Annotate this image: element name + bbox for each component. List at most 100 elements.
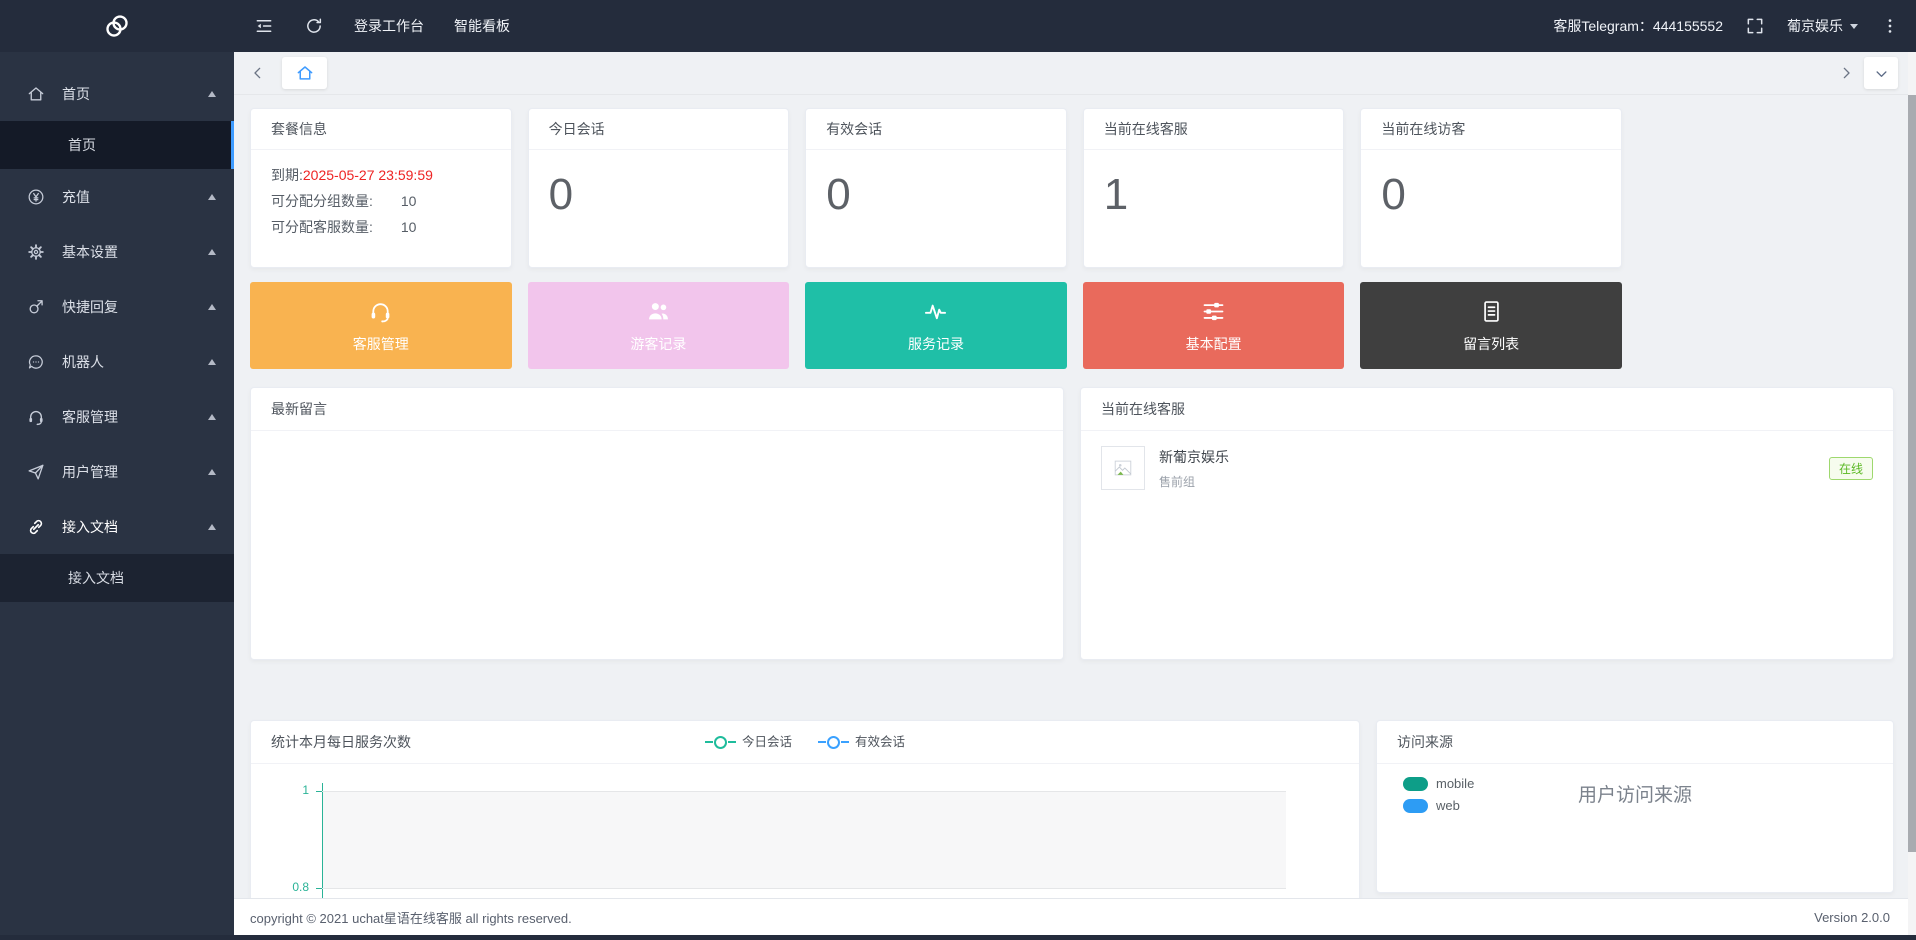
sidebar-item-recharge[interactable]: 充值 [0, 169, 234, 224]
legend-item-今日会话[interactable]: 今日会话 [704, 721, 792, 763]
legend-marker [713, 735, 727, 749]
chevron-up-icon [208, 300, 216, 310]
topbar-right: 客服Telegram：444155552 葡京娱乐 [1553, 16, 1916, 36]
stat-card-body: 0 [529, 150, 789, 232]
stat-card-title: 套餐信息 [251, 109, 511, 150]
legend-item-有效会话[interactable]: 有效会话 [818, 721, 905, 763]
quick-tile-agent-management[interactable]: 客服管理 [250, 282, 512, 369]
legend-marker [827, 735, 840, 749]
stat-card-title: 有效会话 [806, 109, 1066, 150]
account-name: 葡京娱乐 [1787, 18, 1843, 34]
y-axis-tick-label: 1 [302, 783, 309, 797]
logo-rings-icon [106, 15, 128, 37]
sidebar-item-label: 接入文档 [62, 518, 118, 535]
stat-card-value: 1 [1103, 170, 1129, 219]
telegram-contact: 客服Telegram：444155552 [1553, 18, 1723, 34]
stat-card-valid-sessions: 有效会话 0 [805, 108, 1067, 268]
main-content: 套餐信息 到期: 2025-05-27 23:59:59 可分配分组数量: 10 可分配客… [234, 95, 1908, 940]
bottom-edge-strip [0, 935, 1916, 940]
sidebar-item-label: 快捷回复 [62, 298, 118, 315]
stat-card-body: 0 [1361, 150, 1621, 232]
sidebar-subitem-label: 接入文档 [68, 570, 124, 586]
sidebar-item-basic-settings[interactable]: 基本设置 [0, 224, 234, 279]
stat-card-title: 当前在线访客 [1361, 109, 1621, 150]
agent-group: 售前组 [1159, 474, 1196, 489]
package-row-label: 可分配客服数量: [271, 219, 373, 235]
panel-title: 最新留言 [251, 388, 1063, 431]
topbar: 登录工作台 智能看板 客服Telegram：444155552 葡京娱乐 [0, 0, 1916, 52]
quick-tile-service-records[interactable]: 服务记录 [805, 282, 1067, 369]
robot-icon [26, 352, 46, 372]
chevron-up-icon [208, 465, 216, 475]
package-row-label: 可分配分组数量: [271, 193, 373, 209]
package-info-row: 到期: 2025-05-27 23:59:59 [271, 162, 491, 188]
package-info-row: 可分配分组数量: 10 [271, 188, 491, 214]
collapse-menu-icon[interactable] [254, 16, 274, 36]
quick-tile-basic-config[interactable]: 基本配置 [1082, 282, 1345, 369]
tab-scroll-right-icon[interactable] [1838, 65, 1854, 81]
chart-title: 统计本月每日服务次数 [271, 734, 411, 750]
sidebar-item-robot[interactable]: 机器人 [0, 334, 234, 389]
tab-home[interactable] [282, 57, 327, 89]
chevron-down-icon [1875, 70, 1887, 77]
quick-tile-message-list[interactable]: 留言列表 [1360, 282, 1622, 369]
y-axis-tick-label: 0.8 [292, 880, 309, 894]
online-agent-row: 新葡京娱乐 售前组 在线 [1081, 431, 1893, 505]
sidebar-item-label: 用户管理 [62, 463, 118, 480]
sidebar-subitem-home-sub[interactable]: 首页 [0, 121, 234, 169]
quick-tiles-row: 客服管理 游客记录 服务记录 基本配置 留言列表 [250, 282, 1622, 369]
stat-card-body: 到期: 2025-05-27 23:59:59 可分配分组数量: 10 可分配客服数量:… [251, 150, 511, 252]
refresh-icon[interactable] [304, 16, 324, 36]
topbar-nav-workbench[interactable]: 登录工作台 [354, 16, 424, 36]
online-agents-panel: 当前在线客服 新葡京娱乐 售前组 在线 [1080, 387, 1894, 660]
quick-tile-visitor-records[interactable]: 游客记录 [527, 282, 790, 369]
chevron-up-icon [208, 355, 216, 365]
quick-tile-label: 留言列表 [1463, 335, 1520, 352]
chevron-up-icon [208, 87, 216, 97]
stat-card-value: 0 [548, 170, 574, 219]
sliders-icon [1200, 298, 1227, 325]
caret-down-icon [1850, 24, 1858, 33]
pie-chart-area: mobile web 用户访问来源 [1377, 764, 1893, 894]
fullscreen-icon[interactable] [1745, 16, 1765, 36]
stat-card-title: 当前在线客服 [1083, 109, 1344, 150]
app-logo [0, 0, 234, 52]
yen-icon [26, 187, 46, 207]
kebab-menu-icon[interactable] [1880, 16, 1900, 36]
tab-scroll-left-icon[interactable] [250, 65, 266, 81]
stat-cards-row: 套餐信息 到期: 2025-05-27 23:59:59 可分配分组数量: 10 可分配客… [250, 108, 1622, 268]
scrollbar-thumb[interactable] [1908, 95, 1916, 852]
package-row-value: 2025-05-27 23:59:59 [302, 167, 433, 183]
sidebar-item-home[interactable]: 首页 [0, 66, 234, 121]
panel-title: 当前在线客服 [1081, 388, 1893, 431]
sidebar-menu: 首页 首页 充值 基本设置 快捷回复 机器人 客服管理 用户管理 接入文档 接入文档 [0, 52, 234, 940]
tabbar-right [1838, 57, 1898, 89]
tabbar [234, 52, 1908, 95]
sidebar-item-quick-reply[interactable]: 快捷回复 [0, 279, 234, 334]
chart-tick [316, 791, 322, 792]
legend-line [841, 741, 849, 743]
legend-line [818, 741, 826, 743]
home-icon [26, 84, 46, 104]
topbar-nav-smart-board[interactable]: 智能看板 [454, 16, 510, 36]
stat-card-today-sessions: 今日会话 0 [527, 108, 790, 268]
tab-actions-dropdown[interactable] [1864, 57, 1898, 89]
quick-tile-label: 基本配置 [1185, 335, 1242, 352]
sidebar-item-docs[interactable]: 接入文档 [0, 499, 234, 554]
visit-source-panel: 访问来源 mobile web 用户访问来源 [1376, 720, 1894, 893]
pie-title: 访问来源 [1377, 721, 1893, 764]
sidebar-item-label: 基本设置 [62, 243, 118, 260]
page-scrollbar[interactable] [1908, 52, 1916, 940]
package-row-value: 10 [400, 219, 417, 235]
home-tab-icon [297, 66, 312, 80]
stat-card-value: 0 [1381, 170, 1406, 219]
sidebar-item-agent-management[interactable]: 客服管理 [0, 389, 234, 444]
stat-card-body: 0 [806, 150, 1066, 232]
stat-card-package-info: 套餐信息 到期: 2025-05-27 23:59:59 可分配分组数量: 10 可分配客… [250, 108, 512, 268]
sidebar-subitem-docs-sub[interactable]: 接入文档 [0, 554, 234, 602]
sidebar-subitem-label: 首页 [68, 137, 96, 153]
account-dropdown[interactable]: 葡京娱乐 [1787, 16, 1858, 36]
paper-plane-icon [26, 462, 46, 482]
document-icon [1478, 298, 1505, 325]
sidebar-item-user-management[interactable]: 用户管理 [0, 444, 234, 499]
